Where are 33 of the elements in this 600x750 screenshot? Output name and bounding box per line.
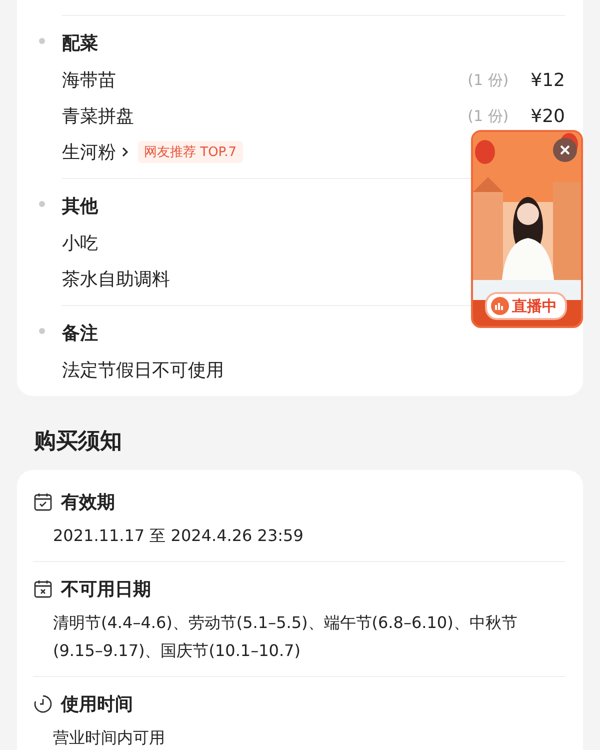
dish-name: 茶水自助调料 bbox=[62, 268, 170, 291]
price-text: ¥12 bbox=[530, 70, 565, 90]
live-stream-widget[interactable]: 直播中 bbox=[471, 130, 583, 328]
group-title: 其他 bbox=[62, 195, 98, 219]
dish-name[interactable]: 生河粉 bbox=[62, 140, 116, 164]
notice-text: 清明节(4.4–4.6)、劳动节(5.1–5.5)、端午节(6.8–6.10)、中秋节(9.15–9.17)、国庆节(10.1–10.7) bbox=[53, 612, 518, 662]
live-label: 直播中 bbox=[512, 296, 557, 316]
live-badge[interactable]: 直播中 bbox=[485, 292, 567, 320]
dish-name: 小吃 bbox=[62, 232, 98, 255]
notice-title: 使用时间 bbox=[61, 693, 133, 716]
quantity-text: (1 份) bbox=[468, 106, 509, 126]
notice-title: 有效期 bbox=[61, 491, 115, 514]
group-title: 配菜 bbox=[62, 32, 98, 56]
notice-text: 2021.11.17 至 2024.4.26 23:59 bbox=[53, 525, 304, 547]
clock-icon bbox=[33, 694, 53, 714]
bar-chart-icon bbox=[491, 297, 509, 315]
group-title: 备注 bbox=[62, 322, 98, 346]
calendar-check-icon bbox=[33, 492, 53, 512]
notice-text: 营业时间内可用 bbox=[53, 727, 166, 749]
price-text: ¥20 bbox=[530, 106, 565, 126]
bullet-dot bbox=[39, 201, 45, 207]
bullet-dot bbox=[39, 328, 45, 334]
recommend-tag: 网友推荐 TOP.7 bbox=[138, 141, 243, 163]
chevron-icon[interactable] bbox=[120, 145, 130, 159]
dish-name: 法定节假日不可使用 bbox=[62, 359, 224, 382]
dish-name: 青菜拼盘 bbox=[62, 105, 134, 128]
notice-title: 不可用日期 bbox=[61, 578, 151, 601]
calendar-x-icon bbox=[33, 579, 53, 599]
dish-name: 海带苗 bbox=[62, 69, 116, 92]
quantity-text: (1 份) bbox=[468, 70, 509, 90]
close-icon[interactable] bbox=[559, 144, 571, 156]
section-heading: 购买须知 bbox=[34, 428, 122, 456]
bullet-dot bbox=[39, 38, 45, 44]
